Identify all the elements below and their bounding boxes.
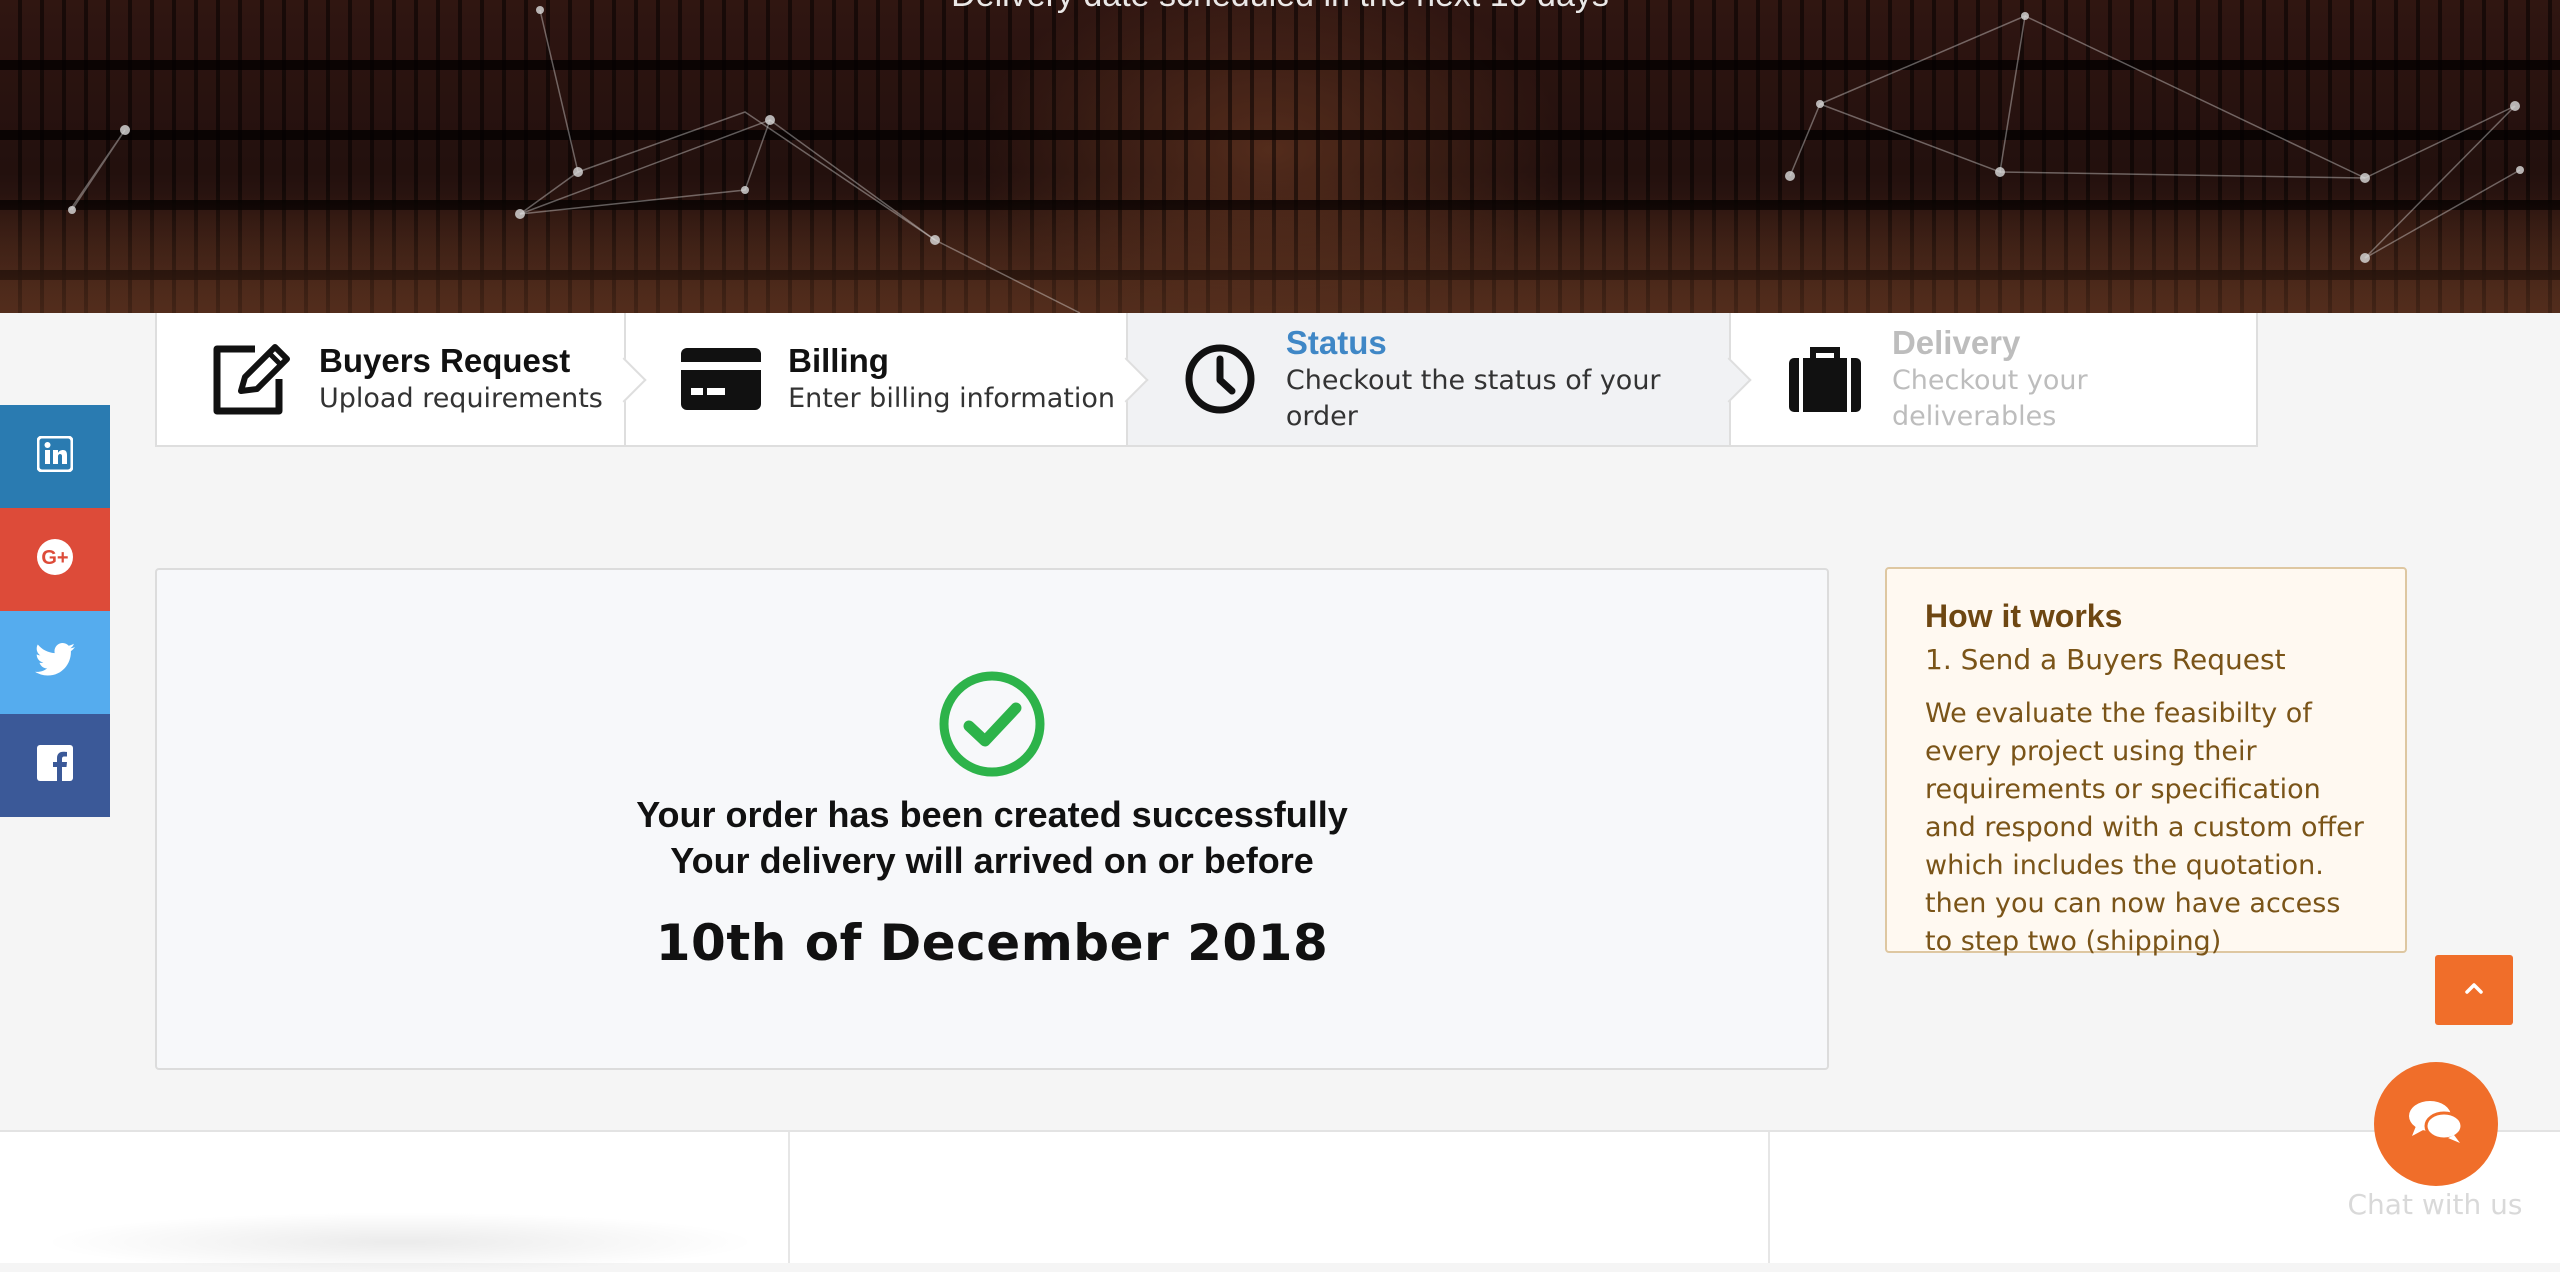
google-plus-icon: G+ [35, 537, 75, 582]
how-it-works-step: 1. Send a Buyers Request [1925, 643, 2286, 676]
hero-subtitle: Delivery date scheduled in the next 10 d… [0, 0, 2560, 15]
clock-icon [1178, 336, 1262, 422]
step-subtitle: Checkout the status of your order [1285, 365, 1661, 432]
step-status[interactable]: Status Checkout the status of your order [1128, 313, 1752, 445]
check-circle-icon [938, 670, 1046, 783]
footer-divider [788, 1132, 790, 1263]
back-to-top-button[interactable] [2435, 955, 2513, 1025]
step-title: Billing [788, 342, 889, 379]
footer-divider [1768, 1132, 1770, 1263]
chat-bubbles-icon [2408, 1099, 2464, 1150]
order-steps: Buyers Request Upload requirements Billi… [155, 313, 2258, 447]
edit-icon [209, 336, 295, 422]
social-share-bar: G+ [0, 405, 110, 817]
twitter-share-button[interactable] [0, 611, 110, 714]
network-overlay [68, 6, 2524, 313]
step-title: Buyers Request [319, 342, 571, 379]
order-status-card: Your order has been created successfully… [155, 568, 1829, 1070]
facebook-icon [37, 745, 73, 786]
facebook-share-button[interactable] [0, 714, 110, 817]
linkedin-share-button[interactable] [0, 405, 110, 508]
step-billing[interactable]: Billing Enter billing information [626, 313, 1149, 445]
order-message: Your order has been created successfully… [157, 792, 1827, 884]
delivery-notice-text: Your delivery will arrived on or before [670, 840, 1314, 881]
step-title: Delivery [1891, 324, 2021, 361]
linkedin-icon [36, 435, 74, 477]
how-it-works-panel: How it works 1. Send a Buyers Request We… [1885, 567, 2407, 957]
step-title: Status [1285, 324, 1387, 361]
step-subtitle: Checkout your deliverables [1891, 365, 2088, 432]
hero-banner: Delivery date scheduled in the next 10 d… [0, 0, 2560, 313]
credit-card-icon [678, 336, 764, 422]
google-plus-share-button[interactable]: G+ [0, 508, 110, 611]
how-it-works-description: We evaluate the feasibilty of every proj… [1925, 698, 2364, 957]
briefcase-icon [1783, 336, 1868, 422]
step-subtitle: Enter billing information [788, 383, 1115, 414]
twitter-icon [35, 643, 75, 682]
footer [0, 1130, 2560, 1272]
order-success-text: Your order has been created successfully [636, 794, 1348, 835]
delivery-date: 10th of December 2018 [655, 914, 1329, 972]
chat-label[interactable]: Chat with us [2340, 1188, 2530, 1221]
how-it-works-title: How it works [1925, 598, 2123, 634]
svg-text:G+: G+ [41, 547, 68, 569]
step-delivery[interactable]: Delivery Checkout your deliverables [1731, 313, 2256, 445]
chevron-up-icon [2465, 981, 2483, 999]
chat-button[interactable] [2374, 1062, 2498, 1186]
step-subtitle: Upload requirements [319, 383, 603, 414]
step-buyers-request[interactable]: Buyers Request Upload requirements [157, 313, 647, 445]
